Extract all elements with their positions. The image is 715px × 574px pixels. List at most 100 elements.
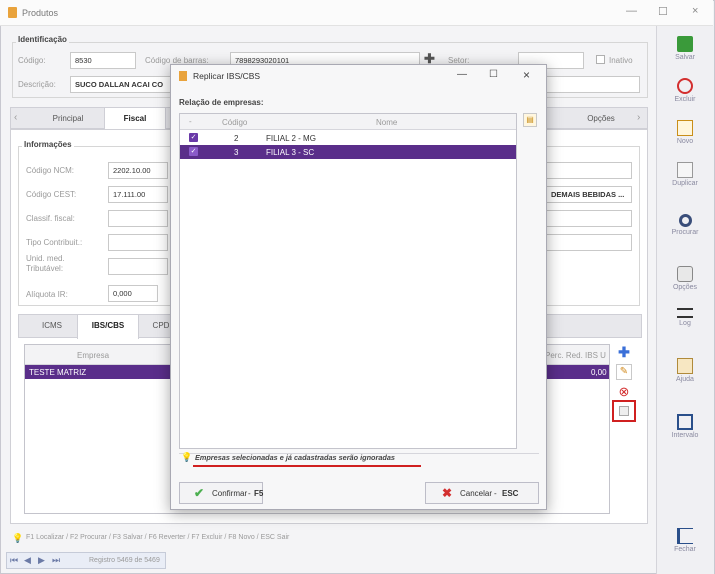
inativo-checkbox[interactable] <box>596 55 605 64</box>
tab-icms[interactable]: ICMS <box>27 315 77 339</box>
unid-field[interactable] <box>108 258 168 275</box>
col-empresa-header[interactable]: Empresa <box>77 351 109 360</box>
empresas-grid: - Código Nome ✓ 2 FILIAL 2 - MG ✓ 3 FILI… <box>179 113 517 449</box>
last-record-icon[interactable]: ⏭ <box>52 555 60 566</box>
tipo-field[interactable] <box>108 234 168 251</box>
delete-button[interactable]: Excluir <box>659 78 711 103</box>
delete-row-icon[interactable]: ⊗ <box>616 384 632 400</box>
log-button[interactable]: Log <box>659 308 711 327</box>
aliquota-label: Alíquota IR: <box>26 290 68 299</box>
close-button[interactable]: × <box>692 5 698 17</box>
shortcut-hints: F1 Localizar / F2 Procurar / F3 Salvar /… <box>26 534 290 541</box>
table-row[interactable]: ✓ 3 FILIAL 3 - SC <box>180 145 516 159</box>
col-red-header[interactable]: Perc. Red. IBS U <box>545 351 606 360</box>
next-record-icon[interactable]: ▶ <box>38 555 45 566</box>
row-nome: FILIAL 3 - SC <box>266 148 315 157</box>
inativo-label: Inativo <box>609 56 633 65</box>
duplicate-label: Duplicar <box>672 180 698 187</box>
window-title: Produtos <box>22 8 59 18</box>
record-navigator: ⏮ ◀ ▶ ⏭ Registro 5469 de 5469 <box>6 552 166 569</box>
dialog-maximize-button[interactable]: ☐ <box>489 69 498 80</box>
row-empresa: TESTE MATRIZ <box>29 368 87 377</box>
cancel-key-sep: - <box>494 489 497 498</box>
new-icon <box>677 120 693 136</box>
interval-button[interactable]: Intervalo <box>659 414 711 439</box>
row-checkbox[interactable]: ✓ <box>189 133 198 142</box>
save-icon <box>677 36 693 52</box>
table-row[interactable]: ✓ 2 FILIAL 2 - MG <box>180 131 516 145</box>
tipo-description-field[interactable] <box>546 234 632 251</box>
confirm-button[interactable]: ✔ Confirmar - F5 <box>179 482 263 504</box>
add-row-icon[interactable]: ✚ <box>616 344 632 360</box>
options-label: Opções <box>672 284 698 291</box>
identificacao-legend: Identificação <box>16 35 69 44</box>
descricao-label: Descrição: <box>18 80 56 89</box>
ncm-field[interactable]: 2202.10.00 <box>108 162 168 179</box>
close-form-button[interactable]: Fechar <box>659 528 711 553</box>
cest-label: Código CEST: <box>26 190 77 199</box>
empresas-section-label: Relação de empresas: <box>179 98 264 107</box>
search-icon <box>678 214 692 227</box>
aliquota-field[interactable]: 0,000 <box>108 285 158 302</box>
interval-icon <box>677 414 693 430</box>
cancel-label: Cancelar <box>460 489 493 498</box>
confirm-check-icon: ✔ <box>194 486 205 500</box>
options-icon <box>677 266 693 282</box>
tab-principal[interactable]: Principal <box>33 108 103 130</box>
new-button[interactable]: Novo <box>659 120 711 145</box>
search-button[interactable]: Procurar <box>659 214 711 236</box>
cancel-key: ESC <box>502 489 519 498</box>
minimize-button[interactable]: — <box>626 5 637 17</box>
dialog-close-button[interactable]: × <box>523 68 530 82</box>
col-nome-header[interactable]: Nome <box>376 118 397 127</box>
help-button[interactable]: Ajuda <box>659 358 711 383</box>
dialog-minimize-button[interactable]: — <box>457 69 467 80</box>
window-titlebar: Produtos — ☐ × <box>0 0 713 26</box>
help-icon <box>677 358 693 374</box>
prev-record-icon[interactable]: ◀ <box>24 555 31 566</box>
replicate-button[interactable] <box>612 400 636 422</box>
search-label: Procurar <box>671 229 699 236</box>
informacoes-legend: Informações <box>22 140 74 149</box>
ncm-description-field[interactable] <box>546 162 632 179</box>
maximize-button[interactable]: ☐ <box>658 5 668 18</box>
codigo-field[interactable]: 8530 <box>70 52 136 69</box>
classif-field[interactable] <box>108 210 168 227</box>
dialog-title: Replicar IBS/CBS <box>193 71 261 81</box>
cest-field[interactable]: 17.111.00 <box>108 186 168 203</box>
options-button[interactable]: Opções <box>659 266 711 291</box>
save-button[interactable]: Salvar <box>659 36 711 61</box>
tipo-label: Tipo Contribuit.: <box>26 238 83 247</box>
row-checkbox[interactable]: ✓ <box>189 147 198 156</box>
dialog-app-icon <box>179 71 187 81</box>
interval-label: Intervalo <box>671 432 699 439</box>
grid-filter-icon[interactable]: ▤ <box>523 113 537 127</box>
tab-fiscal[interactable]: Fiscal <box>104 108 166 130</box>
row-codigo: 3 <box>234 148 239 157</box>
confirm-key: F5 <box>254 489 264 498</box>
ignored-companies-note: Empresas selecionadas e já cadastradas s… <box>195 453 395 462</box>
first-record-icon[interactable]: ⏮ <box>10 555 18 566</box>
duplicate-button[interactable]: Duplicar <box>659 162 711 187</box>
edit-row-icon[interactable]: ✎ <box>616 364 632 380</box>
close-form-label: Fechar <box>674 546 696 553</box>
log-icon <box>677 308 693 318</box>
cancel-x-icon: ✖ <box>442 486 453 500</box>
help-label: Ajuda <box>676 376 694 383</box>
tab-scroll-left-icon[interactable]: ‹ <box>14 112 17 123</box>
tab-opcoes[interactable]: Opções <box>571 108 631 130</box>
cest-description-field[interactable]: DEMAIS BEBIDAS ... <box>546 186 632 203</box>
confirm-key-sep: - <box>248 489 251 498</box>
copy-icon <box>619 406 629 416</box>
tab-ibs-cbs[interactable]: IBS/CBS <box>77 315 139 339</box>
descricao-value: SUCO DALLAN ACAI CO <box>75 80 164 89</box>
select-all-header[interactable]: - <box>189 117 192 126</box>
tab-scroll-right-icon[interactable]: › <box>637 112 640 123</box>
cancel-button[interactable]: ✖ Cancelar - ESC <box>425 482 539 504</box>
note-lightbulb-icon: 💡 <box>181 452 193 462</box>
classif-description-field[interactable] <box>546 210 632 227</box>
col-codigo-header[interactable]: Código <box>222 118 247 127</box>
duplicate-icon <box>677 162 693 178</box>
delete-icon <box>677 78 693 94</box>
unid-label: Unid. med. Tributável: <box>26 254 65 273</box>
